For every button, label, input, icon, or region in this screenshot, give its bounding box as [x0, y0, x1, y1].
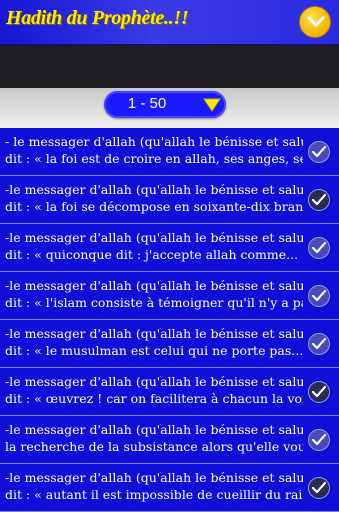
item-text: -le messager d'allah (qu'allah le béniss… [5, 373, 303, 407]
list-item[interactable]: -le messager d'allah (qu'allah le béniss… [0, 368, 339, 416]
item-line-1: -le messager d'allah (qu'allah le béniss… [5, 182, 303, 197]
check-icon[interactable] [308, 333, 330, 355]
pager-bar: 1 - 50 [0, 88, 339, 128]
check-icon[interactable] [308, 285, 330, 307]
item-line-2: dit : « le musulman est celui qui ne por… [5, 343, 303, 358]
item-line-2: dit : « la foi se décompose en soixante-… [5, 199, 303, 214]
item-line-2: la recherche de la subsistance alors qu'… [5, 439, 303, 454]
check-icon[interactable] [308, 237, 330, 259]
banner-area [0, 45, 339, 88]
check-icon[interactable] [308, 141, 330, 163]
item-text: -le messager d'allah (qu'allah le béniss… [5, 277, 303, 311]
list-item[interactable]: - le messager d'allah (qu'allah le bénis… [0, 128, 339, 176]
check-icon[interactable] [308, 477, 330, 499]
item-text: -le messager d'allah (qu'allah le béniss… [5, 229, 303, 263]
app-header: Hadith du Prophète..!! [0, 0, 339, 45]
item-line-2: dit : « œuvrez ! car on facilitera à cha… [5, 391, 303, 406]
item-text: -le messager d'allah (qu'allah le béniss… [5, 325, 303, 359]
item-line-1: -le messager d'allah (qu'allah le béniss… [5, 470, 303, 485]
item-text: -le messager d'allah (qu'allah le béniss… [5, 469, 303, 503]
list-item[interactable]: -le messager d'allah (qu'allah le béniss… [0, 272, 339, 320]
item-line-2: dit : « l'islam consiste à témoigner qu'… [5, 295, 303, 310]
item-line-2: dit : « la foi est de croire en allah, s… [5, 151, 303, 166]
list-item[interactable]: -le messager d'allah (qu'allah le béniss… [0, 176, 339, 224]
item-line-1: -le messager d'allah (qu'allah le béniss… [5, 326, 303, 341]
item-line-1: - le messager d'allah (qu'allah le bénis… [5, 134, 303, 149]
item-text: - le messager d'allah (qu'allah le bénis… [5, 133, 303, 167]
page-range-selector[interactable]: 1 - 50 [104, 91, 226, 118]
triangle-down-icon [203, 98, 221, 112]
item-line-1: -le messager d'allah (qu'allah le béniss… [5, 230, 303, 245]
page-range-label: 1 - 50 [127, 95, 167, 112]
list-item[interactable]: -le messager d'allah (qu'allah le béniss… [0, 320, 339, 368]
item-line-1: -le messager d'allah (qu'allah le béniss… [5, 422, 303, 437]
hadith-list: - le messager d'allah (qu'allah le bénis… [0, 128, 339, 512]
item-line-2: dit : « quiconque dit : j'accepte allah … [5, 247, 299, 262]
list-item[interactable]: -le messager d'allah (qu'allah le béniss… [0, 224, 339, 272]
menu-button[interactable] [299, 6, 331, 38]
item-line-1: -le messager d'allah (qu'allah le béniss… [5, 374, 303, 389]
check-icon[interactable] [308, 429, 330, 451]
check-icon[interactable] [308, 381, 330, 403]
page-title: Hadith du Prophète..!! [6, 7, 189, 29]
item-line-1: -le messager d'allah (qu'allah le béniss… [5, 278, 303, 293]
item-line-2: dit : « autant il est impossible de cuei… [5, 487, 303, 502]
item-text: -le messager d'allah (qu'allah le béniss… [5, 421, 303, 455]
list-item[interactable]: -le messager d'allah (qu'allah le béniss… [0, 464, 339, 512]
chevron-down-icon [307, 16, 325, 27]
check-icon[interactable] [308, 189, 330, 211]
list-item[interactable]: -le messager d'allah (qu'allah le béniss… [0, 416, 339, 464]
item-text: -le messager d'allah (qu'allah le béniss… [5, 181, 303, 215]
